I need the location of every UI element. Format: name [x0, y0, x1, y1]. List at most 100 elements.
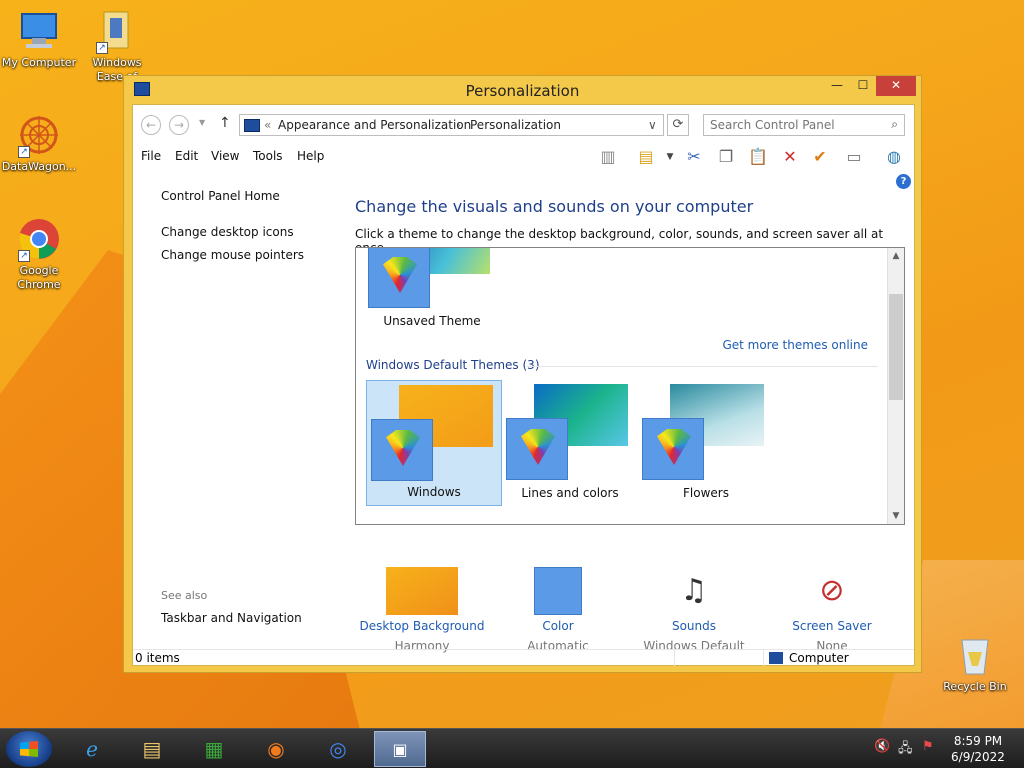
- scroll-up-icon[interactable]: ▲: [888, 248, 904, 264]
- rename-icon[interactable]: ▭: [843, 146, 865, 168]
- address-bar-row: ← → ▼ ↑ « Appearance and Personalization…: [133, 105, 914, 143]
- firefox-icon[interactable]: ◉: [250, 731, 302, 767]
- up-button[interactable]: ↑: [219, 115, 231, 131]
- theme-unsaved[interactable]: Unsaved Theme: [364, 248, 500, 334]
- computer-icon: [769, 652, 783, 664]
- theme-windows[interactable]: Windows: [366, 380, 502, 506]
- desktop-icon-label: My Computer: [1, 56, 77, 69]
- sidebar-control-panel-home[interactable]: Control Panel Home: [161, 189, 280, 203]
- control-panel-icon: [244, 119, 260, 132]
- sidebar: Control Panel Home Change desktop icons …: [133, 171, 343, 651]
- address-field[interactable]: « Appearance and Personalization › Perso…: [239, 114, 664, 136]
- preview-pane-icon[interactable]: ▥: [597, 146, 619, 168]
- breadcrumb-overflow[interactable]: «: [264, 118, 271, 132]
- desktop-icon-windows-ease[interactable]: ↗ Windows Ease of: [78, 8, 156, 84]
- color-setting[interactable]: Color Automatic: [493, 567, 623, 653]
- start-button[interactable]: [6, 731, 52, 767]
- theme-name: Flowers: [683, 486, 729, 500]
- desktop-background-setting[interactable]: Desktop Background Harmony: [357, 567, 487, 653]
- see-also-heading: See also: [161, 589, 208, 602]
- color-palette-icon: [506, 418, 568, 480]
- cut-icon[interactable]: ✂: [683, 146, 705, 168]
- taskbar: ℯ ▤ ▦ ◉ ◎ ▣ 🔇 🖧 ⚑ 8:59 PM 6/9/2022: [0, 728, 1024, 768]
- scroll-thumb[interactable]: [889, 294, 903, 400]
- status-item-count: 0 items: [135, 651, 180, 665]
- window-body: ← → ▼ ↑ « Appearance and Personalization…: [132, 104, 915, 666]
- desktop-icon-recycle-bin[interactable]: Recycle Bin: [936, 632, 1014, 694]
- personalization-window: Personalization — ☐ ✕ ← → ▼ ↑ « Appearan…: [123, 75, 922, 673]
- maximize-button[interactable]: ☐: [850, 76, 876, 96]
- window-title: Personalization: [465, 82, 580, 100]
- system-clock[interactable]: 8:59 PM 6/9/2022: [938, 733, 1018, 765]
- file-explorer-icon[interactable]: ▤: [126, 731, 178, 767]
- delete-icon[interactable]: ✕: [779, 146, 801, 168]
- copy-icon[interactable]: ❐: [715, 146, 737, 168]
- action-center-icon[interactable]: ⚑: [922, 739, 934, 754]
- breadcrumb-appearance[interactable]: Appearance and Personalization: [278, 118, 471, 132]
- menu-tools[interactable]: Tools: [253, 149, 283, 163]
- theme-name: Windows: [407, 485, 461, 499]
- scroll-down-icon[interactable]: ▼: [888, 508, 904, 524]
- recent-pages-chevron-icon[interactable]: ▼: [199, 118, 205, 127]
- screen-saver-setting[interactable]: ⊘ Screen Saver None: [767, 567, 897, 653]
- theme-flowers[interactable]: Flowers: [638, 380, 774, 506]
- color-palette-icon: [368, 248, 430, 308]
- sounds-icon: ♫: [680, 573, 708, 608]
- status-location: Computer: [789, 651, 849, 665]
- globe-icon[interactable]: ◍: [883, 146, 905, 168]
- toolbar-dropdown-icon[interactable]: ▼: [659, 146, 681, 168]
- forward-button[interactable]: →: [169, 115, 189, 135]
- internet-explorer-icon[interactable]: ℯ: [66, 731, 118, 767]
- search-box[interactable]: ⌕: [703, 114, 905, 136]
- store-icon[interactable]: ▦: [188, 731, 240, 767]
- menu-file[interactable]: File: [141, 149, 161, 163]
- theme-name: Lines and colors: [521, 486, 619, 500]
- minimize-button[interactable]: —: [824, 76, 850, 96]
- desktop-icon-my-computer[interactable]: My Computer: [0, 8, 78, 70]
- main-content: Change the visuals and sounds on your co…: [355, 171, 915, 653]
- color-palette-icon: [642, 418, 704, 480]
- desktop-icon-datawagon[interactable]: ↗ DataWagon...: [0, 112, 78, 174]
- theme-name: Unsaved Theme: [383, 314, 481, 328]
- desktop-icon-google-chrome[interactable]: ↗ Google Chrome: [0, 216, 78, 292]
- group-divider: [526, 366, 878, 367]
- sidebar-change-desktop-icons[interactable]: Change desktop icons: [161, 225, 294, 239]
- folder-options-icon[interactable]: ▤: [635, 146, 657, 168]
- menu-help[interactable]: Help: [297, 149, 324, 163]
- get-more-themes-link[interactable]: Get more themes online: [722, 338, 868, 352]
- shortcut-arrow-icon: ↗: [18, 146, 30, 158]
- computer-icon: [16, 8, 62, 54]
- network-icon[interactable]: 🖧: [898, 739, 913, 761]
- properties-check-icon[interactable]: ✔: [809, 146, 831, 168]
- control-panel-taskbar-icon[interactable]: ▣: [374, 731, 426, 767]
- folder-icon: ↗: [94, 8, 140, 54]
- close-button[interactable]: ✕: [876, 76, 916, 96]
- title-bar[interactable]: Personalization — ☐ ✕: [124, 76, 921, 104]
- status-separator: [763, 650, 764, 666]
- search-input[interactable]: [710, 116, 880, 134]
- color-palette-icon: [534, 567, 582, 615]
- breadcrumb-personalization[interactable]: Personalization: [470, 118, 561, 132]
- status-separator: [674, 650, 675, 666]
- menu-edit[interactable]: Edit: [175, 149, 198, 163]
- screen-saver-icon: ⊘: [819, 573, 845, 608]
- search-icon[interactable]: ⌕: [891, 117, 898, 132]
- refresh-button[interactable]: ⟳: [667, 114, 689, 136]
- address-dropdown-icon[interactable]: ∨: [648, 118, 657, 132]
- sidebar-change-mouse-pointers[interactable]: Change mouse pointers: [161, 248, 304, 262]
- paste-icon[interactable]: 📋: [747, 146, 769, 168]
- back-button[interactable]: ←: [141, 115, 161, 135]
- theme-group-label: Windows Default Themes (3): [366, 358, 540, 372]
- setting-label: Color: [542, 619, 574, 633]
- sounds-setting[interactable]: ♫ Sounds Windows Default: [629, 567, 759, 653]
- wallpaper-thumbnail: [386, 567, 458, 615]
- chrome-icon: ↗: [16, 216, 62, 262]
- chrome-taskbar-icon[interactable]: ◎: [312, 731, 364, 767]
- theme-list-scrollbar[interactable]: ▲ ▼: [887, 248, 904, 524]
- sidebar-taskbar-navigation[interactable]: Taskbar and Navigation: [161, 611, 302, 625]
- volume-muted-icon[interactable]: 🔇: [874, 739, 890, 754]
- clock-date: 6/9/2022: [951, 750, 1005, 764]
- menu-view[interactable]: View: [211, 149, 239, 163]
- theme-list: Unsaved Theme Get more themes online Win…: [355, 247, 905, 525]
- theme-lines-and-colors[interactable]: Lines and colors: [502, 380, 638, 506]
